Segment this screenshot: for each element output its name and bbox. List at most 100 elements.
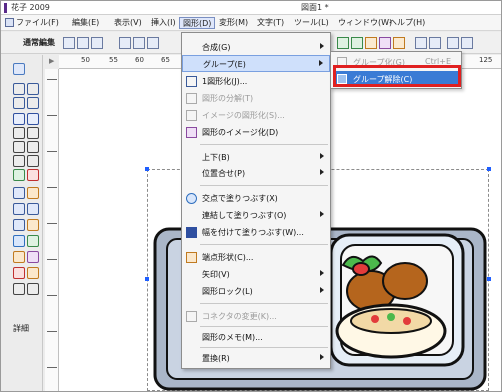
menu-item-label: コネクタの変更(K)... [202,312,277,321]
ruler-tick [47,115,57,116]
line-color-icon[interactable] [351,37,363,49]
menu-item-shape-memo[interactable]: 図形のメモ(M)... [182,329,330,346]
menu-transform[interactable]: 変形(M) [216,17,251,29]
image-tool-icon[interactable] [27,219,39,231]
menu-separator [200,303,328,304]
table-tool-icon[interactable] [27,203,39,215]
multi-select-icon[interactable] [13,97,25,109]
menu-text[interactable]: 文字(T) [254,17,287,29]
grid-icon[interactable] [63,37,75,49]
menu-item-arrow[interactable]: 矢印(V) [182,266,330,283]
menu-item-label: 置換(R) [202,354,230,363]
node-select-icon[interactable] [27,83,39,95]
submenu-arrow-icon [320,169,324,175]
ruler-tick [47,331,57,332]
rectangle-tool-icon[interactable] [13,141,25,153]
snap-icon[interactable] [77,37,89,49]
layout-icon[interactable] [119,37,131,49]
menu-item-label: 交点で塗りつぶす(X) [202,194,278,203]
menu-separator [200,185,328,186]
frame-icon[interactable] [147,37,159,49]
freehand-tool-icon[interactable] [27,155,39,167]
tool-palette: 詳細 [1,55,43,391]
chart-tool-icon[interactable] [13,219,25,231]
menu-item-shape-to-image[interactable]: 図形のイメージ化(D) [182,124,330,141]
ruler-tick [47,367,57,368]
curve-tool-icon[interactable] [27,141,39,153]
fill-icon[interactable] [337,37,349,49]
figure-menu: 合成(G) グループ(E) 1図形化(J)... 図形の分解(T) イメージの図… [181,32,331,369]
submenu-arrow-icon [320,43,324,49]
menu-item-shape-lock[interactable]: 図形ロック(L) [182,283,330,300]
text-tool-icon[interactable] [13,113,25,125]
menu-item-width-fill[interactable]: 幅を付けて塗りつぶす(W)... [182,224,330,241]
menu-item-replace[interactable]: 置換(R) [182,350,330,367]
submenu-arrow-icon [320,354,324,360]
menu-item-combine[interactable]: 合成(G) [182,39,330,56]
menu-item-change-connector[interactable]: コネクタの変更(K)... [182,308,330,325]
brush-tool-icon[interactable] [27,169,39,181]
ellipse-tool-icon[interactable] [13,155,25,167]
detail-label[interactable]: 詳細 [13,323,29,334]
stamp-tool-icon[interactable] [13,267,25,279]
palette-view-icon[interactable] [13,63,25,75]
hand-tool-icon[interactable] [13,283,25,295]
ruler-tick [47,79,57,80]
line-tool-icon[interactable] [13,127,25,139]
menu-edit[interactable]: 編集(E) [69,17,102,29]
pencil-tool-icon[interactable] [13,169,25,181]
menu-file[interactable]: ファイル(F) [13,17,62,29]
menu-item-intersection-fill[interactable]: 交点で塗りつぶす(X) [182,190,330,207]
cross-icon[interactable] [91,37,103,49]
edit-node-icon[interactable] [27,97,39,109]
dimension-tool-icon[interactable] [13,187,25,199]
document-title: 図面1 * [301,3,329,12]
title-bar: 花子 2009 図面1 * [1,1,501,15]
shape-style-icon[interactable] [365,37,377,49]
menu-item-order[interactable]: 上下(B) [182,149,330,166]
width-fill-icon [186,227,197,238]
zoom-in-icon[interactable] [415,37,427,49]
polyline-tool-icon[interactable] [27,127,39,139]
knife-tool-icon[interactable] [27,267,39,279]
menu-item-group[interactable]: グループ(E) [182,55,330,72]
arc-tool-icon[interactable] [27,187,39,199]
connector-icon [186,311,197,322]
menu-item-align[interactable]: 位置合せ(P) [182,165,330,182]
menu-insert[interactable]: 挿入(I) [148,17,179,29]
vertical-text-icon[interactable] [27,113,39,125]
menu-item-image-to-shape[interactable]: イメージの図形化(S)... [182,107,330,124]
menu-item-endpoint-shape[interactable]: 端点形状(C)... [182,249,330,266]
menu-separator [200,326,328,327]
zoom-out-icon[interactable] [429,37,441,49]
zoom-page-icon[interactable] [461,37,473,49]
menu-bar: ファイル(F) 編集(E) 表示(V) 挿入(I) 図形(D) 変形(M) 文字… [1,15,501,31]
submenu-arrow-icon [320,270,324,276]
fill-tool-icon[interactable] [13,235,25,247]
pen-icon[interactable] [393,37,405,49]
eraser-tool-icon[interactable] [13,251,25,263]
menu-item-label: グループ(E) [203,60,246,69]
menu-separator [200,347,328,348]
zoom-fit-icon[interactable] [447,37,459,49]
ruler-tick [47,223,57,224]
menu-view[interactable]: 表示(V) [111,17,145,29]
menu-figure[interactable]: 図形(D) [179,17,216,29]
effect-icon[interactable] [379,37,391,49]
ruler-tick: 125 [479,56,493,64]
select-arrow-icon[interactable] [13,83,25,95]
menu-help[interactable]: ヘルプ(H) [386,17,428,29]
magnifier-tool-icon[interactable] [27,283,39,295]
ruler-tick [47,187,57,188]
gradient-tool-icon[interactable] [27,235,39,247]
menu-item-single-shape[interactable]: 1図形化(J)... [182,73,330,90]
part-tool-icon[interactable] [13,203,25,215]
eyedropper-tool-icon[interactable] [27,251,39,263]
menu-item-connect-fill[interactable]: 連結して塗りつぶす(O) [182,207,330,224]
menu-item-label: 端点形状(C)... [202,253,254,262]
menu-tools[interactable]: ツール(L) [291,17,332,29]
normal-edit-mode-button[interactable]: 通常編集 [23,37,55,48]
menu-item-decompose[interactable]: 図形の分解(T) [182,90,330,107]
single-shape-icon [186,76,197,87]
page-icon[interactable] [133,37,145,49]
